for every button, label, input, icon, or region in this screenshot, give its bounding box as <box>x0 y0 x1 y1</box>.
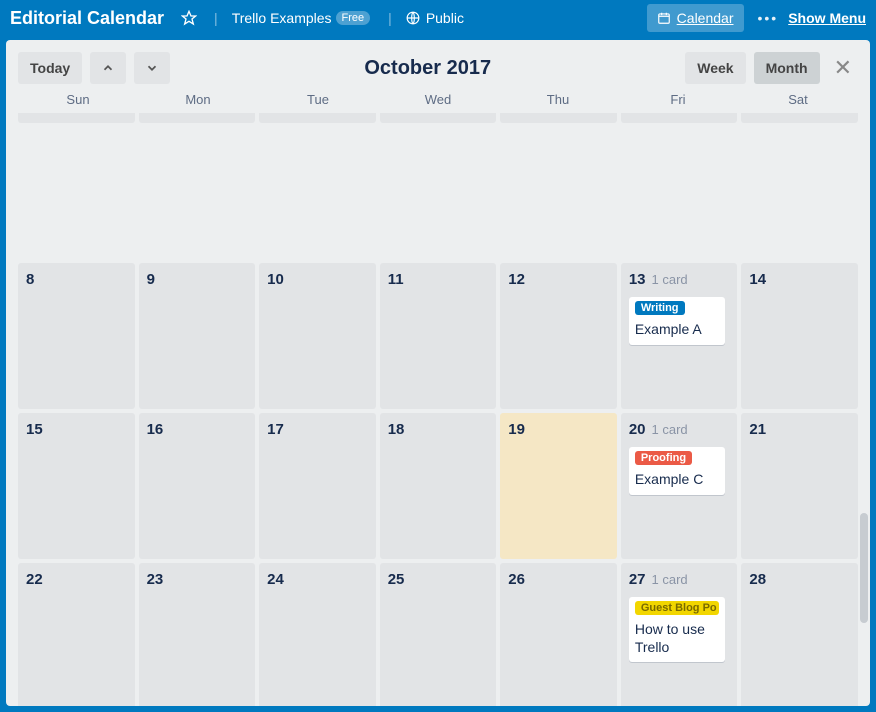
day-cell[interactable]: 19 <box>500 413 617 559</box>
weekday-label: Wed <box>378 92 498 107</box>
day-cell[interactable]: 22 <box>18 563 135 706</box>
card-title: Example A <box>635 321 719 339</box>
day-number: 11 <box>388 271 404 288</box>
day-cell[interactable]: 14 <box>741 263 858 409</box>
team-name-button[interactable]: Trello Examples Free <box>224 4 378 32</box>
day-number: 16 <box>147 421 164 438</box>
card-title: How to use Trello <box>635 621 719 656</box>
day-number: 17 <box>267 421 284 438</box>
scrollbar[interactable] <box>858 113 870 706</box>
calendar-grid: 8 9 10 11 12 13 1 card Writing Example A 14 15 16 17… <box>6 113 870 706</box>
day-number: 25 <box>388 571 405 588</box>
day-number: 9 <box>147 271 155 288</box>
next-button[interactable] <box>134 52 170 84</box>
week-view-button[interactable]: Week <box>685 52 745 84</box>
day-number: 10 <box>267 271 284 288</box>
day-cell[interactable]: 8 <box>18 263 135 409</box>
calendar-powerup-button[interactable]: Calendar <box>647 4 744 32</box>
day-number: 21 <box>749 421 766 438</box>
day-number: 24 <box>267 571 284 588</box>
visibility-label: Public <box>426 10 464 26</box>
day-number: 15 <box>26 421 43 438</box>
weekday-label: Fri <box>618 92 738 107</box>
calendar-toolbar: Today October 2017 Week Month ✕ <box>6 40 870 92</box>
day-number: 8 <box>26 271 34 288</box>
weekday-label: Tue <box>258 92 378 107</box>
day-number: 27 <box>629 571 646 588</box>
day-number: 20 <box>629 421 646 438</box>
day-cell[interactable]: 9 <box>139 263 256 409</box>
show-menu-button[interactable]: Show Menu <box>788 10 866 26</box>
day-cell[interactable]: 12 <box>500 263 617 409</box>
day-cell[interactable]: 24 <box>259 563 376 706</box>
day-cell[interactable]: 15 <box>18 413 135 559</box>
day-number: 28 <box>749 571 766 588</box>
day-cell[interactable]: 27 1 card Guest Blog Po How to use Trello <box>621 563 738 706</box>
day-cell[interactable]: 26 <box>500 563 617 706</box>
card-count: 1 card <box>652 422 688 437</box>
day-cell[interactable]: 21 <box>741 413 858 559</box>
day-cell[interactable]: 10 <box>259 263 376 409</box>
card-label: Writing <box>635 301 685 315</box>
card-label: Proofing <box>635 451 692 465</box>
separator: | <box>388 10 392 26</box>
calendar-card[interactable]: Writing Example A <box>629 297 725 345</box>
weekday-label: Sun <box>18 92 138 107</box>
day-number: 22 <box>26 571 43 588</box>
weekday-label: Sat <box>738 92 858 107</box>
day-number: 12 <box>508 271 525 288</box>
card-count: 1 card <box>652 272 688 287</box>
day-cell[interactable]: 11 <box>380 263 497 409</box>
month-view-button[interactable]: Month <box>754 52 820 84</box>
day-cell[interactable]: 17 <box>259 413 376 559</box>
board-title: Editorial Calendar <box>10 8 164 29</box>
board-header: Editorial Calendar | Trello Examples Fre… <box>0 0 876 36</box>
day-cell[interactable]: 13 1 card Writing Example A <box>621 263 738 409</box>
weekday-label: Mon <box>138 92 258 107</box>
day-number: 14 <box>749 271 766 288</box>
day-cell[interactable]: 20 1 card Proofing Example C <box>621 413 738 559</box>
calendar-panel: Today October 2017 Week Month ✕ SunMonTu… <box>6 40 870 706</box>
card-title: Example C <box>635 471 719 489</box>
day-cell[interactable]: 18 <box>380 413 497 559</box>
close-icon[interactable]: ✕ <box>828 55 858 81</box>
prev-button[interactable] <box>90 52 126 84</box>
day-number: 19 <box>508 421 525 438</box>
calendar-icon <box>657 11 671 25</box>
day-number: 18 <box>388 421 405 438</box>
team-name: Trello Examples <box>232 10 332 26</box>
day-number: 23 <box>147 571 164 588</box>
card-label: Guest Blog Po <box>635 601 719 615</box>
calendar-card[interactable]: Proofing Example C <box>629 447 725 495</box>
day-cell[interactable]: 16 <box>139 413 256 559</box>
calendar-title: October 2017 <box>178 57 677 80</box>
day-number: 13 <box>629 271 646 288</box>
day-cell[interactable]: 23 <box>139 563 256 706</box>
globe-icon <box>406 11 420 25</box>
star-icon[interactable] <box>174 4 204 32</box>
weekday-label: Thu <box>498 92 618 107</box>
scrollbar-thumb[interactable] <box>860 513 868 623</box>
day-cell[interactable]: 28 <box>741 563 858 706</box>
today-button[interactable]: Today <box>18 52 82 84</box>
calendar-button-label: Calendar <box>677 10 734 26</box>
prev-week-sliver <box>18 113 858 123</box>
calendar-card[interactable]: Guest Blog Po How to use Trello <box>629 597 725 662</box>
weekday-header: SunMonTueWedThuFriSat <box>6 92 870 113</box>
day-number: 26 <box>508 571 525 588</box>
free-badge: Free <box>336 11 371 25</box>
ellipsis-icon[interactable]: ••• <box>758 10 779 26</box>
card-count: 1 card <box>652 572 688 587</box>
visibility-button[interactable]: Public <box>398 4 472 32</box>
separator: | <box>214 10 218 26</box>
day-cell[interactable]: 25 <box>380 563 497 706</box>
